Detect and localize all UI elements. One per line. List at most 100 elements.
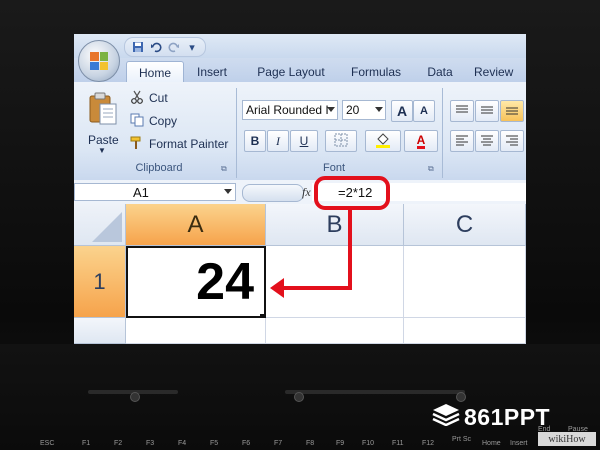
hinge-screw-icon (294, 392, 304, 402)
font-family-select[interactable]: Arial Rounded I (242, 100, 338, 120)
underline-button[interactable]: U (290, 130, 318, 152)
font-size-select[interactable]: 20 (342, 100, 386, 120)
key-f6: F6 (242, 440, 251, 447)
copy-icon[interactable] (130, 113, 144, 127)
key-f7: F7 (274, 440, 283, 447)
ribbon-tabs: Home Insert Page Layout Formulas Data Re… (74, 58, 526, 83)
row-header-2[interactable] (74, 318, 126, 344)
group-divider (236, 88, 237, 178)
align-middle-icon (480, 104, 494, 119)
format-painter-icon[interactable] (130, 136, 144, 150)
borders-button[interactable] (325, 130, 357, 152)
font-launcher-icon[interactable]: ⧉ (428, 164, 434, 174)
name-box[interactable]: A1 (74, 183, 236, 201)
insert-function-icon[interactable]: fx (302, 185, 311, 200)
group-divider (442, 88, 443, 178)
italic-button[interactable]: I (267, 130, 289, 152)
cell-a1[interactable]: 24 (126, 246, 266, 318)
column-header-a[interactable]: A (126, 204, 266, 246)
align-top-button[interactable] (450, 100, 474, 122)
paste-dropdown-icon[interactable]: ▼ (98, 146, 106, 155)
font-color-button[interactable]: A (404, 130, 438, 152)
key-f5: F5 (210, 440, 219, 447)
align-bottom-icon (505, 104, 519, 119)
hinge-screw-icon (130, 392, 140, 402)
tab-formulas[interactable]: Formulas (344, 61, 408, 82)
align-center-icon (480, 134, 494, 149)
key-esc: ESC (40, 440, 55, 447)
chevron-down-icon (375, 107, 383, 112)
align-right-button[interactable] (500, 130, 524, 152)
office-button[interactable] (78, 40, 120, 82)
tab-page-layout[interactable]: Page Layout (246, 61, 336, 82)
grow-font-icon: A (396, 103, 408, 119)
cut-icon[interactable] (130, 90, 144, 104)
cell-b2[interactable] (266, 318, 404, 344)
undo-icon[interactable] (149, 40, 163, 54)
key-f11: F11 (392, 440, 404, 447)
shrink-font-icon: A (420, 105, 428, 117)
office-logo-icon (90, 52, 108, 70)
wikihow-logo: wikiHow (538, 432, 596, 446)
worksheet-grid: A B C 1 24 (74, 204, 526, 344)
chevron-down-icon (327, 107, 335, 112)
tab-review[interactable]: Review (474, 61, 526, 82)
key-f8: F8 (306, 440, 315, 447)
excel-window: ▾ Home Insert Page Layout Formulas Data … (74, 34, 526, 344)
key-prtsc: Prt Sc (452, 436, 472, 443)
quick-access-toolbar: ▾ (124, 37, 206, 57)
paste-icon[interactable] (86, 92, 120, 126)
bold-button[interactable]: B (244, 130, 266, 152)
key-home: Home (482, 440, 501, 447)
name-box-value: A1 (133, 184, 149, 200)
key-f1: F1 (82, 440, 91, 447)
cell-b1[interactable] (266, 246, 404, 318)
cell-a2[interactable] (126, 318, 266, 344)
fill-color-button[interactable] (365, 130, 401, 152)
tab-insert[interactable]: Insert (186, 61, 238, 82)
watermark: 861PPT (432, 402, 550, 432)
redo-icon[interactable] (167, 40, 181, 54)
ribbon: Paste ▼ Cut Copy Format Painter Clipboar… (74, 82, 526, 181)
font-group-label: Font (322, 162, 345, 174)
paste-button-label[interactable]: Paste (88, 133, 119, 147)
font-size-value: 20 (346, 103, 360, 117)
column-header-c[interactable]: C (404, 204, 526, 246)
formula-bar-splitter[interactable] (242, 184, 304, 202)
copy-label[interactable]: Copy (149, 114, 177, 128)
format-painter-label[interactable]: Format Painter (149, 137, 228, 151)
chevron-down-icon[interactable] (224, 189, 232, 194)
align-bottom-button[interactable] (500, 100, 524, 122)
column-header-b[interactable]: B (266, 204, 404, 246)
hinge-right (285, 390, 465, 394)
bold-icon: B (250, 134, 260, 148)
fill-bucket-icon (375, 132, 391, 151)
shrink-font-button[interactable]: A (413, 100, 435, 122)
font-family-value: Arial Rounded I (246, 103, 329, 117)
key-f10: F10 (362, 440, 375, 447)
cell-a1-value: 24 (196, 253, 254, 311)
customize-icon[interactable]: ▾ (185, 40, 199, 54)
align-middle-button[interactable] (475, 100, 499, 122)
cell-c1[interactable] (404, 246, 526, 318)
align-center-button[interactable] (475, 130, 499, 152)
watermark-text: 861PPT (464, 403, 551, 430)
clipboard-launcher-icon[interactable]: ⧉ (221, 164, 227, 174)
cut-label[interactable]: Cut (149, 91, 168, 105)
align-left-icon (455, 134, 469, 149)
select-all-button[interactable] (74, 204, 126, 246)
row-header-1[interactable]: 1 (74, 246, 126, 318)
save-icon[interactable] (131, 40, 145, 54)
title-bar: ▾ (74, 34, 526, 58)
tab-data[interactable]: Data (420, 61, 460, 82)
font-color-icon: A (416, 132, 426, 149)
align-left-button[interactable] (450, 130, 474, 152)
key-f2: F2 (114, 440, 123, 447)
tab-home[interactable]: Home (126, 61, 184, 83)
formula-input[interactable]: =2*12 (312, 183, 526, 201)
borders-icon (334, 133, 348, 150)
key-f9: F9 (336, 440, 345, 447)
cell-c2[interactable] (404, 318, 526, 344)
clipboard-group-label: Clipboard (135, 162, 183, 174)
grow-font-button[interactable]: A (391, 100, 413, 122)
